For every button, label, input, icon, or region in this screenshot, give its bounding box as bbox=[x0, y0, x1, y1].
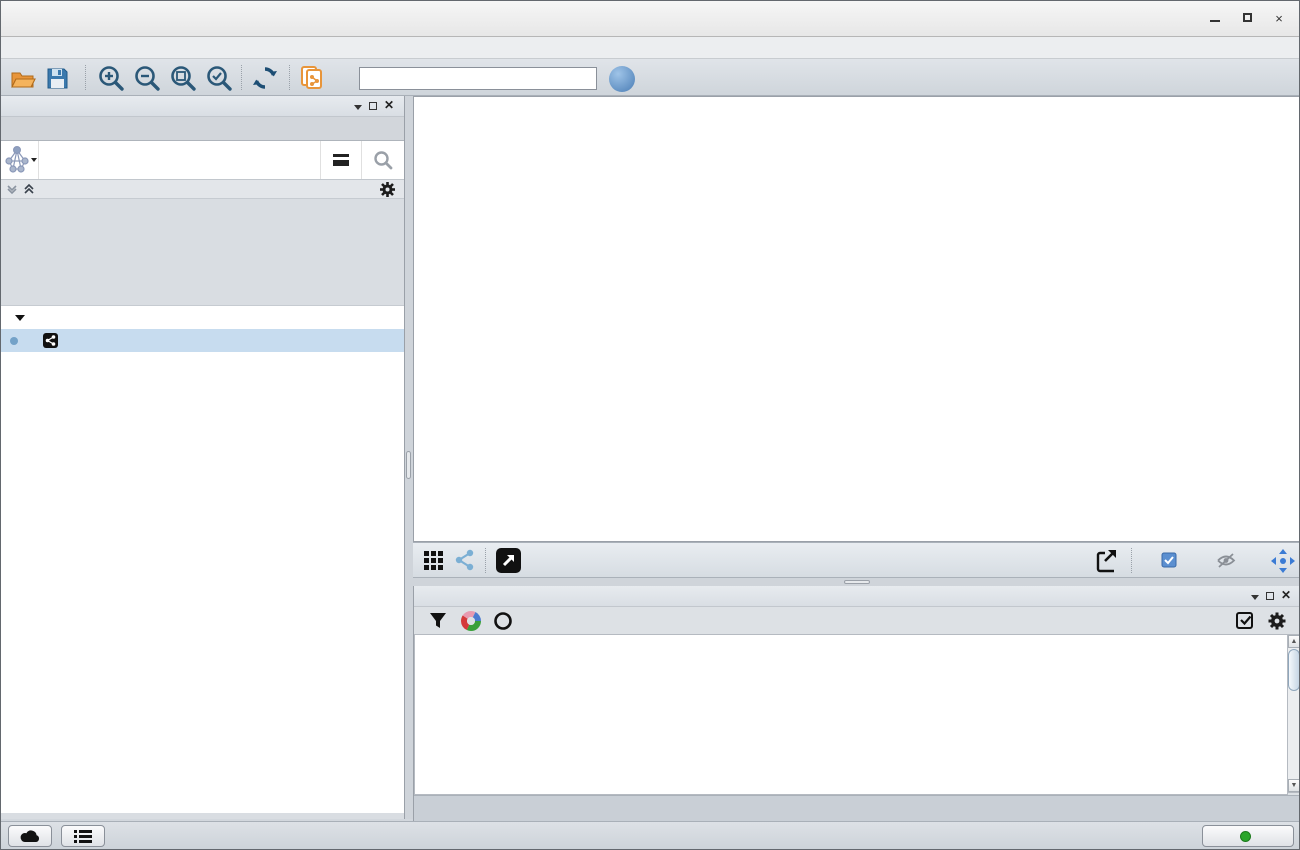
network-toolbar bbox=[413, 542, 1300, 578]
table-panel: ✕ ▲ ▼ bbox=[413, 586, 1300, 821]
grid-view-icon[interactable] bbox=[422, 548, 446, 577]
application-window: × bbox=[0, 0, 1300, 850]
table-tabs bbox=[414, 795, 1300, 821]
open-in-window-icon[interactable] bbox=[495, 547, 522, 579]
current-network-dot bbox=[10, 337, 18, 345]
hidden-eye-icon bbox=[1216, 552, 1236, 574]
network-collection-row[interactable] bbox=[1, 306, 404, 329]
string-search-bar bbox=[1, 141, 404, 180]
ring-chart-icon[interactable] bbox=[492, 610, 514, 632]
table-header-row bbox=[415, 635, 1287, 652]
network-canvas[interactable] bbox=[414, 97, 1300, 543]
enrichment-toolbar bbox=[414, 607, 1300, 636]
scrollbar-thumb[interactable] bbox=[1288, 649, 1300, 691]
scroll-up-button[interactable]: ▲ bbox=[1288, 635, 1300, 648]
save-session-icon[interactable] bbox=[43, 64, 71, 91]
control-panel-tabs bbox=[1, 117, 404, 141]
checkbox-icon bbox=[1161, 552, 1178, 569]
table-scrollbar[interactable]: ▲ ▼ bbox=[1287, 634, 1300, 793]
chevron-down-icon bbox=[31, 158, 37, 162]
title-bar[interactable]: × bbox=[1, 1, 1299, 37]
panel-close-icon[interactable]: ✕ bbox=[384, 99, 398, 111]
splitter-grip[interactable] bbox=[844, 580, 870, 584]
settings-gear-icon[interactable] bbox=[1267, 611, 1287, 631]
filter-icon[interactable] bbox=[428, 611, 448, 631]
close-button[interactable]: × bbox=[1271, 11, 1287, 27]
import-network-icon[interactable] bbox=[299, 64, 327, 91]
zoom-selected-icon[interactable] bbox=[205, 64, 233, 91]
table-splitter[interactable] bbox=[413, 578, 1300, 586]
control-panel: ✕ bbox=[1, 96, 405, 819]
network-tree bbox=[1, 305, 404, 813]
string-options-menu[interactable] bbox=[320, 141, 360, 179]
string-logo-icon bbox=[1, 141, 39, 179]
network-view[interactable] bbox=[413, 96, 1300, 542]
zoom-in-icon[interactable] bbox=[97, 64, 125, 91]
panel-float-icon[interactable] bbox=[369, 102, 377, 110]
network-row[interactable] bbox=[1, 329, 404, 352]
zoom-out-icon[interactable] bbox=[133, 64, 161, 91]
enrichment-table[interactable] bbox=[414, 634, 1288, 795]
string-network-icon bbox=[43, 333, 58, 348]
tree-expand-arrow-icon[interactable] bbox=[15, 315, 25, 321]
table-panel-header: ✕ bbox=[414, 586, 1300, 607]
settings-gear-icon[interactable] bbox=[379, 181, 396, 198]
task-list-icon bbox=[73, 828, 93, 844]
menu-bar bbox=[1, 37, 1299, 59]
panel-splitter[interactable] bbox=[405, 96, 413, 819]
help-icon[interactable] bbox=[609, 66, 635, 92]
birdseye-toggle-icon[interactable] bbox=[1270, 548, 1296, 579]
open-session-icon[interactable] bbox=[9, 64, 37, 91]
search-input[interactable] bbox=[359, 67, 597, 90]
maximize-button[interactable] bbox=[1239, 11, 1255, 27]
scroll-down-button[interactable]: ▼ bbox=[1288, 779, 1300, 792]
splitter-grip[interactable] bbox=[406, 451, 411, 479]
automation-cloud-button[interactable] bbox=[8, 825, 52, 847]
panel-float-icon[interactable] bbox=[1266, 592, 1274, 600]
string-logo-dropdown[interactable] bbox=[1, 141, 39, 179]
control-panel-header: ✕ bbox=[1, 96, 404, 117]
panel-close-icon[interactable]: ✕ bbox=[1281, 589, 1295, 601]
minimize-button[interactable] bbox=[1207, 11, 1223, 27]
memory-button[interactable] bbox=[1202, 825, 1294, 847]
share-network-icon[interactable] bbox=[453, 548, 477, 577]
task-history-button[interactable] bbox=[61, 825, 105, 847]
hamburger-icon bbox=[333, 154, 349, 166]
search-icon bbox=[373, 150, 393, 170]
refresh-icon[interactable] bbox=[251, 64, 279, 91]
selected-nodes-badge bbox=[1161, 552, 1178, 574]
status-bar bbox=[1, 821, 1299, 849]
memory-status-dot bbox=[1240, 831, 1251, 842]
zoom-fit-icon[interactable] bbox=[169, 64, 197, 91]
export-network-icon[interactable] bbox=[1094, 547, 1122, 579]
network-selection-row bbox=[1, 180, 404, 199]
panel-menu-icon[interactable] bbox=[354, 105, 362, 110]
string-search-button[interactable] bbox=[361, 141, 404, 179]
select-all-icon[interactable] bbox=[1235, 611, 1255, 631]
collapse-expand-icons[interactable] bbox=[5, 180, 45, 199]
panel-menu-icon[interactable] bbox=[1251, 595, 1259, 600]
main-toolbar bbox=[1, 59, 1299, 96]
cloud-icon bbox=[18, 828, 42, 844]
donut-chart-icon[interactable] bbox=[460, 610, 482, 632]
